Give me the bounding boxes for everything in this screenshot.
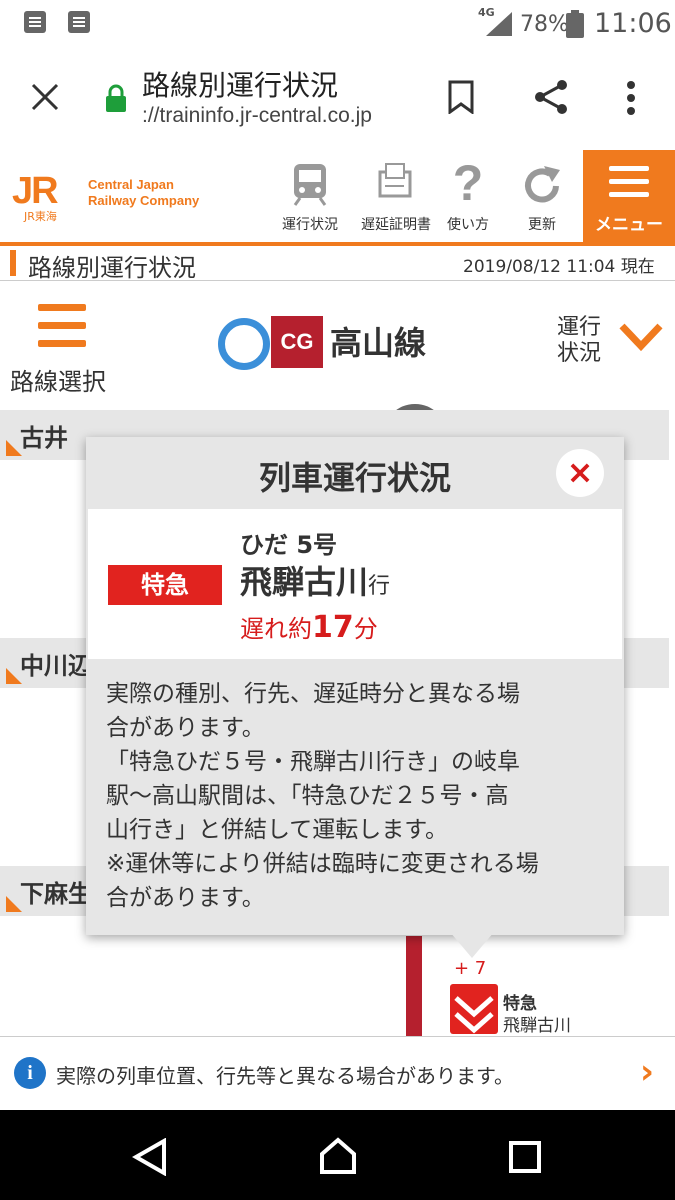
notification-icon (68, 11, 90, 33)
nav-label: 運行状況 (282, 217, 338, 233)
train-info-card: 特急 ひだ 5号 飛騨古川行 遅れ約17分 (88, 509, 622, 659)
nav-label: 遅延証明書 (361, 217, 431, 233)
line-status-circle-icon (218, 318, 270, 370)
popup-message: 実際の種別、行先、遅延時分と異なる場 合があります。 「特急ひだ５号・飛騨古川行… (106, 677, 606, 915)
message-line: 合があります。 (106, 715, 265, 741)
destination-name: 飛騨古川 (240, 563, 369, 601)
status-toggle-line2: 状況 (557, 341, 602, 366)
certificate-icon (378, 163, 412, 198)
nav-how-to-use-button[interactable]: ? 使い方 (432, 155, 504, 238)
delay-minutes: 17 (312, 610, 354, 645)
jr-logo-sub: JR東海 (24, 210, 57, 223)
recents-icon[interactable] (508, 1140, 542, 1174)
line-code-badge: CG (271, 316, 323, 368)
menu-label: メニュー (595, 215, 663, 235)
message-line: 「特急ひだ５号・飛騨古川行き」の岐阜 (106, 749, 520, 775)
close-icon[interactable] (30, 82, 60, 112)
train-position-icon[interactable] (450, 984, 498, 1034)
delay-prefix: 遅れ約 (240, 615, 312, 643)
info-icon: i (14, 1057, 46, 1089)
train-name: ひだ 5号 (240, 531, 338, 559)
chevron-right-icon[interactable]: › (640, 1052, 654, 1092)
jr-logo[interactable]: JR (12, 170, 59, 213)
company-name-line1: Central Japan (88, 177, 174, 192)
line-select-label[interactable]: 路線選択 (10, 362, 106, 397)
update-timestamp: 2019/08/12 11:04 現在 (463, 257, 655, 277)
more-options-icon[interactable] (624, 80, 638, 116)
station-name: 下麻生 (20, 880, 92, 908)
line-select-icon (38, 304, 86, 311)
share-icon[interactable] (532, 78, 570, 116)
destination-suffix: 行 (368, 574, 391, 599)
browser-page-title: 路線別運行状況 (142, 69, 339, 102)
clock: 11:06 (594, 8, 672, 39)
nav-label: 使い方 (447, 217, 489, 233)
train-marker-delay: + 7 (454, 958, 487, 979)
refresh-icon (525, 166, 560, 203)
status-toggle-line1: 運行 (557, 315, 602, 340)
popup-title: 列車運行状況 (258, 459, 451, 497)
signal-icon (486, 12, 512, 36)
train-status-popup: 列車運行状況 × 特急 ひだ 5号 飛騨古川行 遅れ約17分 実際の種別、行先、… (86, 437, 624, 935)
menu-icon (609, 166, 649, 171)
chevron-down-icon[interactable] (618, 322, 664, 352)
home-icon[interactable] (318, 1136, 358, 1176)
message-line: 山行き」と併結して運転します。 (106, 817, 449, 843)
page-title: 路線別運行状況 (28, 254, 196, 282)
train-marker-destination: 飛騨古川 (503, 1016, 571, 1036)
nav-label: 更新 (528, 217, 556, 233)
line-name: 高山線 (330, 324, 427, 362)
train-destination: 飛騨古川行 (240, 557, 390, 603)
station-name: 古井 (20, 424, 68, 452)
station-name: 中川辺 (20, 652, 92, 680)
notice-text[interactable]: 実際の列車位置、行先等と異なる場合があります。 (56, 1060, 514, 1089)
popup-close-button[interactable]: × (556, 449, 604, 497)
menu-button[interactable]: メニュー (583, 150, 675, 242)
message-line: 駅～高山駅間は、「特急ひだ２５号・高 (106, 783, 509, 809)
nav-refresh-button[interactable]: 更新 (506, 158, 578, 238)
url-bar[interactable]: ://traininfo.jr-central.co.jp (142, 104, 372, 128)
train-icon (293, 164, 327, 206)
back-icon[interactable] (132, 1138, 168, 1176)
nav-delay-certificate-button[interactable]: 遅延証明書 (356, 158, 436, 238)
battery-percent: 78% (520, 12, 569, 37)
question-icon: ? (452, 155, 484, 211)
lock-icon (106, 84, 126, 112)
battery-icon (566, 10, 584, 38)
message-line: 実際の種別、行先、遅延時分と異なる場 (106, 681, 520, 707)
message-line: ※運休等により併結は臨時に変更される場 (106, 851, 539, 877)
title-accent (10, 250, 16, 276)
train-delay: 遅れ約17分 (240, 609, 378, 645)
popup-pointer (450, 932, 494, 958)
train-type-badge: 特急 (108, 565, 222, 605)
delay-suffix: 分 (353, 615, 378, 643)
operation-status-toggle[interactable]: 運行 状況 (557, 315, 601, 367)
message-line: 合があります。 (106, 885, 265, 911)
notification-icon (24, 11, 46, 33)
track-segment (406, 936, 422, 1036)
nav-operation-status-button[interactable]: 運行状況 (274, 158, 346, 238)
bookmark-icon[interactable] (448, 80, 474, 114)
company-name-line2: Railway Company (88, 193, 200, 208)
company-name: Central Japan Railway Company (88, 177, 199, 209)
